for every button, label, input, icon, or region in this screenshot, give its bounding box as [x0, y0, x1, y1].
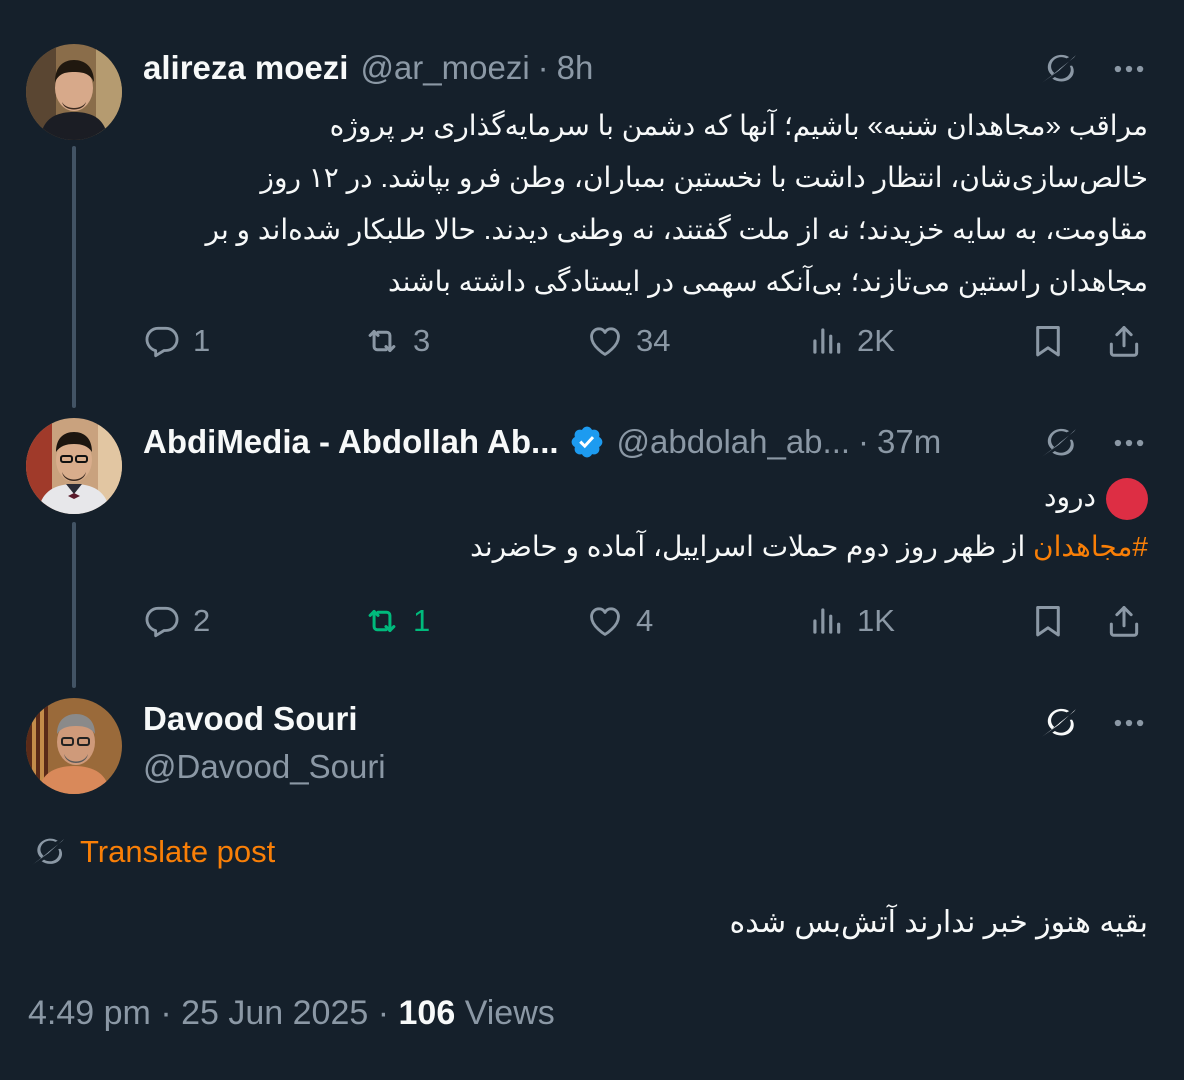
- retweet-count: 3: [413, 323, 431, 358]
- display-name[interactable]: AbdiMedia - Abdollah Ab...: [143, 423, 559, 461]
- user-handle[interactable]: @ar_moezi: [360, 49, 529, 87]
- tweet-header: alireza moezi @ar_moezi · 8h: [143, 44, 1144, 92]
- retweet-icon: [363, 602, 401, 640]
- greeting-text: درود: [1044, 481, 1096, 512]
- more-icon[interactable]: [1110, 704, 1148, 742]
- like-icon: [586, 322, 624, 360]
- tweet-text-line: خالص‌سازی‌شان، انتظار داشت با نخستین بمب…: [260, 162, 1148, 193]
- header-actions: [1038, 48, 1148, 90]
- hashtag-link[interactable]: #مجاهدان: [1033, 531, 1148, 562]
- tweet-text: درود #مجاهدان از ظهر روز دوم حملات اسرای…: [148, 472, 1148, 572]
- views-count: 2K: [857, 323, 895, 358]
- main-user-handle[interactable]: @Davood_Souri: [143, 748, 386, 786]
- share-icon: [1105, 322, 1143, 360]
- share-button[interactable]: [1105, 596, 1143, 646]
- translate-label: Translate post: [80, 834, 276, 869]
- grok-icon[interactable]: [1038, 702, 1080, 744]
- tweet-header: AbdiMedia - Abdollah Ab... @abdolah_ab..…: [143, 418, 1016, 466]
- thread-connector-line: [72, 146, 76, 408]
- display-name[interactable]: alireza moezi: [143, 49, 348, 87]
- separator-dot: ·: [537, 49, 549, 86]
- separator-dot: ·: [858, 423, 870, 460]
- like-button[interactable]: 4: [586, 596, 653, 646]
- views-count: 106: [398, 994, 456, 1032]
- reply-icon: [143, 602, 181, 640]
- share-icon: [1105, 602, 1143, 640]
- grok-icon[interactable]: [1038, 48, 1080, 90]
- like-count: 34: [636, 323, 671, 358]
- like-icon: [586, 602, 624, 640]
- user-handle[interactable]: @abdolah_ab...: [617, 423, 851, 461]
- views-button[interactable]: 1K: [807, 596, 895, 646]
- avatar[interactable]: [26, 418, 122, 514]
- reply-button[interactable]: 2: [143, 596, 210, 646]
- bookmark-icon: [1029, 322, 1067, 360]
- retweet-button[interactable]: 1: [363, 596, 430, 646]
- avatar[interactable]: [26, 698, 122, 794]
- views-icon: [807, 602, 845, 640]
- separator-dot: ·: [377, 994, 390, 1032]
- tweet-text-line: مراقب «مجاهدان شنبه» باشیم؛ آنها که دشمن…: [329, 110, 1148, 141]
- header-actions: [1038, 702, 1148, 744]
- views-count: 1K: [857, 603, 895, 638]
- views-icon: [807, 322, 845, 360]
- separator-dot: ·: [160, 994, 172, 1032]
- header-actions: [1038, 422, 1148, 464]
- more-icon[interactable]: [1110, 424, 1148, 462]
- post-date[interactable]: 25 Jun 2025: [181, 994, 368, 1032]
- verified-badge-icon: [571, 426, 602, 458]
- tweet-text-line: #مجاهدان از ظهر روز دوم حملات اسراییل، آ…: [148, 522, 1148, 572]
- bookmark-button[interactable]: [1029, 596, 1067, 646]
- tweet-actions: 1 3 34 2K: [143, 316, 1148, 366]
- bookmark-button[interactable]: [1029, 316, 1067, 366]
- retweet-count: 1: [413, 603, 431, 638]
- tweet-meta: 4:49 pm · 25 Jun 2025 · 106 Views: [28, 994, 555, 1033]
- tweet-text: مراقب «مجاهدان شنبه» باشیم؛ آنها که دشمن…: [148, 100, 1148, 308]
- retweet-icon: [363, 322, 401, 360]
- share-button[interactable]: [1105, 316, 1143, 366]
- like-button[interactable]: 34: [586, 316, 670, 366]
- thread-connector-line: [72, 522, 76, 688]
- retweet-button[interactable]: 3: [363, 316, 430, 366]
- views-label: Views: [464, 994, 555, 1032]
- tweet-text-line: مقاومت، به سایه خزیدند؛ نه از ملت گفتند،…: [205, 214, 1148, 245]
- bookmark-icon: [1029, 602, 1067, 640]
- translate-post-link[interactable]: Translate post: [28, 832, 275, 872]
- like-count: 4: [636, 603, 654, 638]
- reply-icon: [143, 322, 181, 360]
- post-time[interactable]: 4:49 pm: [28, 994, 151, 1032]
- tweet-text-line: درود: [148, 472, 1148, 522]
- timestamp[interactable]: 8h: [557, 49, 594, 87]
- main-display-name[interactable]: Davood Souri: [143, 700, 358, 738]
- tweet-text-line: مجاهدان راستین می‌تازند؛ بی‌آنکه سهمی در…: [387, 266, 1148, 297]
- red-circle-emoji: [1106, 477, 1148, 520]
- tweet-text-rest: از ظهر روز دوم حملات اسراییل، آماده و حا…: [470, 531, 1034, 562]
- views-button[interactable]: 2K: [807, 316, 895, 366]
- tweet-actions: 2 1 4 1K: [143, 596, 1148, 646]
- grok-icon[interactable]: [1038, 422, 1080, 464]
- reply-button[interactable]: 1: [143, 316, 210, 366]
- more-icon[interactable]: [1110, 50, 1148, 88]
- translate-icon: [28, 832, 68, 872]
- reply-count: 2: [193, 603, 211, 638]
- avatar[interactable]: [26, 44, 122, 140]
- reply-count: 1: [193, 323, 211, 358]
- timestamp[interactable]: 37m: [877, 423, 941, 461]
- main-tweet-text: بقیه هنوز خبر ندارند آتش‌بس شده: [729, 906, 1149, 939]
